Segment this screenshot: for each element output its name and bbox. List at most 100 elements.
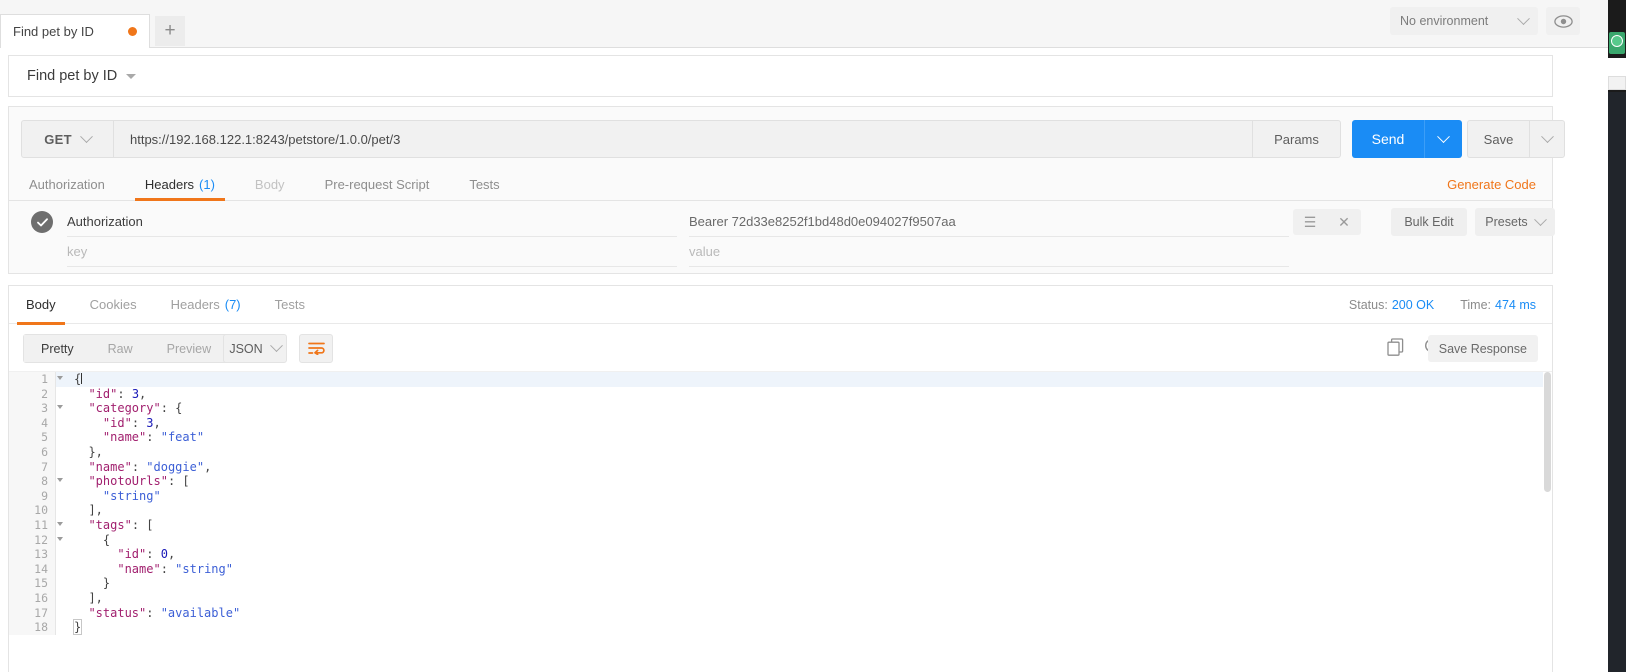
time-badge: Time: 474 ms	[1460, 298, 1536, 312]
code-text: }	[55, 619, 1552, 636]
send-button[interactable]: Send	[1352, 120, 1424, 158]
globe-icon	[1611, 35, 1623, 47]
token-k: "name"	[102, 430, 147, 445]
reorder-icon[interactable]: ☰	[1298, 211, 1322, 233]
token-p: :	[146, 430, 161, 445]
token-p: ,	[204, 459, 212, 474]
code-text: "tags": [	[55, 517, 1552, 533]
token-k: "id"	[117, 547, 147, 562]
response-tab-label: Body	[26, 297, 56, 312]
url-input[interactable]: https://192.168.122.1:8243/petstore/1.0.…	[114, 121, 1252, 157]
request-panel: GET https://192.168.122.1:8243/petstore/…	[8, 106, 1565, 274]
fold-toggle-icon[interactable]	[57, 478, 63, 483]
response-scrollbar[interactable]	[1543, 372, 1552, 672]
view-mode-raw[interactable]: Raw	[91, 335, 150, 362]
header-value-input-empty[interactable]: value	[689, 237, 1289, 267]
chevron-down-icon	[1533, 212, 1547, 226]
line-number: 11	[9, 517, 63, 533]
token-p: ],	[88, 590, 103, 605]
view-mode-pretty[interactable]: Pretty	[24, 335, 91, 362]
method-label: GET	[44, 131, 72, 147]
header-key-placeholder: key	[67, 244, 88, 259]
response-body-editor[interactable]: 1{2 "id": 3, 3 "category": {4 "id": 3, 5 "…	[9, 372, 1552, 672]
token-k: "name"	[117, 561, 161, 576]
method-selector[interactable]: GET	[22, 121, 114, 157]
code-text: "name": "string"	[55, 561, 1552, 577]
background-app-icon[interactable]	[1609, 32, 1625, 54]
tab-label: Headers	[144, 176, 195, 192]
new-tab-button[interactable]: +	[155, 16, 185, 46]
generate-code-link[interactable]: Generate Code	[1447, 177, 1536, 192]
tab-body[interactable]: Body	[235, 168, 305, 200]
send-label: Send	[1371, 131, 1405, 147]
request-tab-find-pet-by-id[interactable]: Find pet by ID	[0, 14, 150, 48]
response-tab-body[interactable]: Body	[9, 286, 73, 325]
token-s: "string"	[175, 561, 233, 576]
close-icon[interactable]: ✕	[1332, 211, 1356, 233]
fold-toggle-icon[interactable]	[57, 536, 63, 541]
response-panel: Body Cookies Headers (7) Tests Status: 200 OK…	[8, 285, 1553, 672]
fold-toggle-icon[interactable]	[57, 521, 63, 526]
code-text: "id": 3,	[55, 415, 1552, 431]
request-tabs: Authorization Headers (1) Body Pre-request S…	[9, 169, 1552, 201]
line-number: 3	[9, 401, 63, 416]
response-tab-tests[interactable]: Tests	[258, 286, 322, 324]
token-k: "tags"	[88, 517, 132, 532]
save-response-label: Save Response	[1438, 341, 1527, 356]
copy-icon	[1387, 338, 1404, 356]
header-value-input[interactable]: Bearer 72d33e8252f1bd48d0e094027f9507aa	[689, 207, 1289, 237]
save-response-button[interactable]: Save Response	[1427, 335, 1538, 362]
save-options-button[interactable]	[1529, 120, 1565, 158]
tab-label: Tests	[469, 176, 500, 192]
response-meta: Status: 200 OK Time: 474 ms	[1349, 298, 1536, 312]
send-options-button[interactable]	[1424, 120, 1462, 158]
code-text: "category": {	[55, 401, 1552, 416]
environment-selector[interactable]: No environment	[1390, 7, 1538, 35]
save-button[interactable]: Save	[1467, 120, 1529, 158]
url-bar: GET https://192.168.122.1:8243/petstore/…	[21, 120, 1341, 158]
headers-table: Authorization Bearer 72d33e8252f1bd48d0e…	[21, 207, 1555, 267]
word-wrap-button[interactable]	[299, 334, 333, 363]
token-k: "name"	[88, 459, 132, 474]
token-p: {	[74, 372, 82, 386]
environment-quick-look-button[interactable]	[1546, 7, 1580, 35]
format-selector[interactable]: JSON	[223, 334, 287, 363]
token-n: 3	[146, 415, 154, 430]
time-label: Time:	[1460, 298, 1491, 312]
bulk-edit-button[interactable]: Bulk Edit	[1391, 208, 1467, 236]
line-number: 16	[9, 590, 55, 606]
presets-button[interactable]: Presets	[1475, 208, 1555, 236]
fold-toggle-icon[interactable]	[57, 376, 63, 380]
code-text: "name": "feat"	[55, 430, 1552, 445]
header-key-input[interactable]: Authorization	[67, 207, 677, 237]
tab-tests[interactable]: Tests	[449, 168, 519, 200]
response-tab-headers[interactable]: Headers (7)	[154, 286, 258, 324]
code-text: "photoUrls": [	[55, 474, 1552, 489]
postman-window: Find pet by ID + No environment Find pet…	[0, 0, 1626, 672]
response-tab-count: (7)	[224, 297, 241, 312]
tab-bar: Find pet by ID + No environment	[0, 0, 1608, 48]
code-line: 17 "status": "available"	[9, 605, 1552, 621]
tab-pre-request-script[interactable]: Pre-request Script	[305, 168, 450, 200]
token-p: :	[117, 386, 132, 401]
desktop-edge-panel-field	[1608, 76, 1626, 90]
fold-toggle-icon[interactable]	[57, 405, 63, 410]
view-mode-preview[interactable]: Preview	[150, 335, 228, 362]
chevron-down-icon[interactable]	[126, 73, 137, 79]
response-tab-cookies[interactable]: Cookies	[73, 286, 154, 324]
tab-authorization[interactable]: Authorization	[9, 168, 125, 200]
scrollbar-thumb[interactable]	[1544, 372, 1551, 492]
line-number: 13	[9, 547, 55, 562]
params-button[interactable]: Params	[1252, 121, 1340, 157]
copy-button[interactable]	[1387, 338, 1404, 359]
bulk-edit-label: Bulk Edit	[1404, 215, 1454, 229]
page-title: Find pet by ID	[27, 68, 118, 84]
request-name-bar[interactable]: Find pet by ID	[8, 55, 1553, 97]
header-key-input-empty[interactable]: key	[67, 237, 677, 267]
table-row: key value	[21, 237, 1541, 267]
token-k: "category"	[88, 401, 161, 416]
token-s: "doggie"	[146, 459, 205, 474]
token-k: "id"	[88, 386, 118, 401]
header-enabled-checkbox[interactable]	[31, 211, 53, 233]
tab-headers[interactable]: Headers (1)	[125, 168, 235, 201]
